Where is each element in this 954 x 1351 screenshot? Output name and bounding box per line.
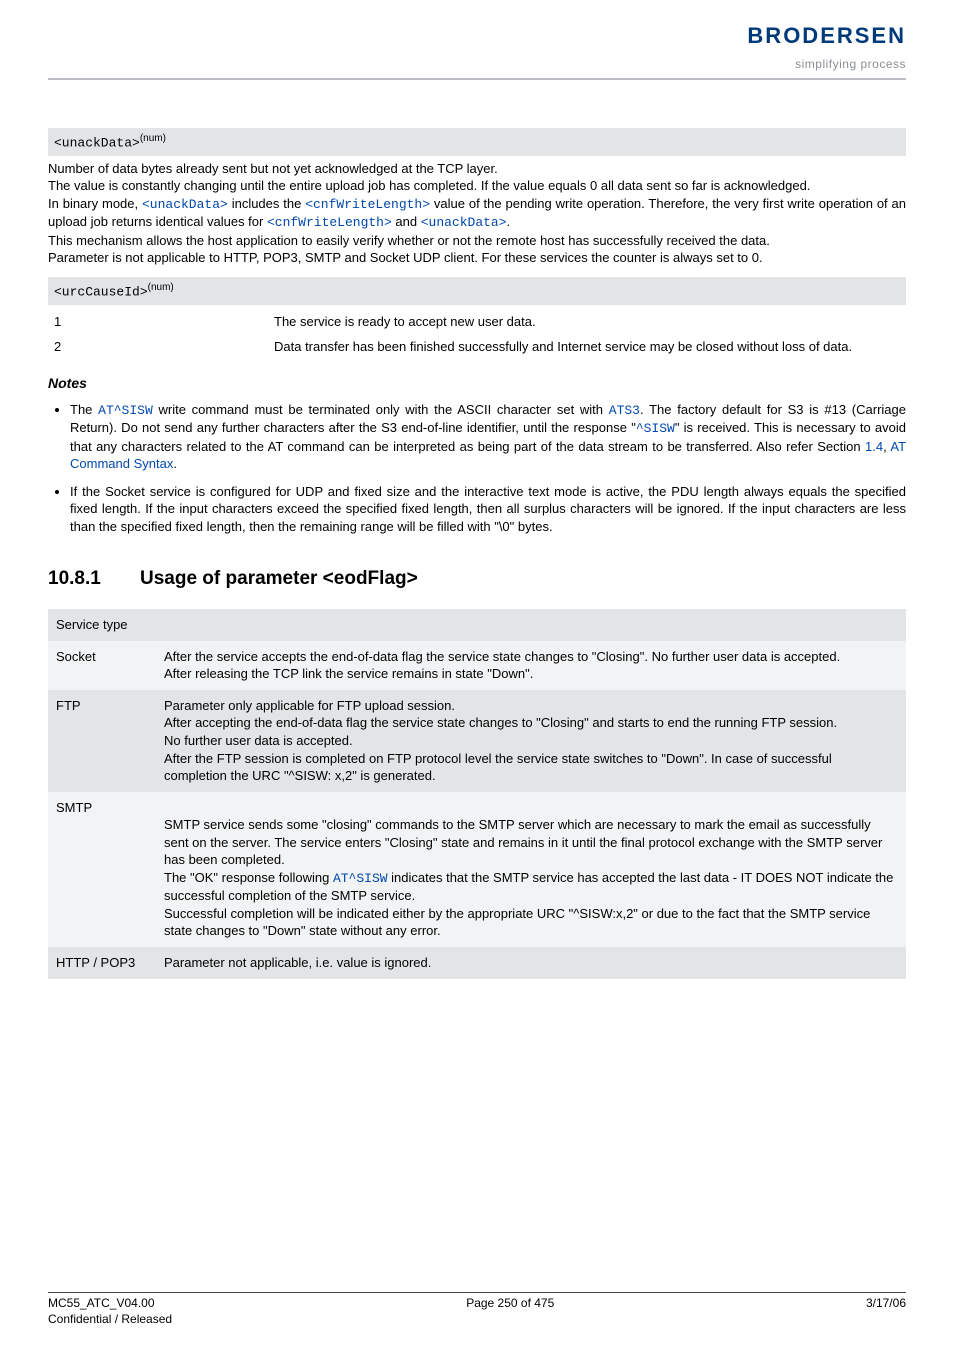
brand-tagline: simplifying process — [706, 56, 906, 72]
code-token: <cnfWriteLength> — [305, 197, 430, 212]
table-row: FTP Parameter only applicable for FTP up… — [48, 690, 906, 792]
code-token: AT^SISW — [333, 871, 388, 886]
table-header-cell — [156, 609, 906, 641]
table-row: 1 The service is ready to accept new use… — [48, 309, 906, 335]
param-unackdata-header: <unackData>(num) — [48, 128, 906, 156]
list-item: The AT^SISW write command must be termin… — [70, 401, 906, 473]
cell-name: FTP — [48, 690, 156, 792]
cell-desc: After the service accepts the end-of-dat… — [156, 641, 906, 690]
param-token: <urcCauseId> — [54, 284, 148, 299]
param-sup: (num) — [148, 282, 174, 293]
text: Number of data bytes already sent but no… — [48, 160, 906, 178]
code-token: <unackData> — [142, 197, 228, 212]
unackdata-body: Number of data bytes already sent but no… — [48, 160, 906, 267]
table-row: HTTP / POP3 Parameter not applicable, i.… — [48, 947, 906, 979]
footer-left: MC55_ATC_V04.00 — [48, 1295, 155, 1311]
header-divider — [48, 78, 906, 80]
text: The value is constantly changing until t… — [48, 177, 906, 195]
footer-center: Page 250 of 475 — [466, 1295, 554, 1311]
cell-key: 1 — [48, 309, 268, 335]
code-token: ATS3 — [609, 403, 640, 418]
notes-heading: Notes — [48, 374, 906, 393]
cell-name: SMTP — [48, 792, 156, 947]
urccauseid-table: 1 The service is ready to accept new use… — [48, 309, 906, 360]
footer-confidential: Confidential / Released — [48, 1311, 172, 1327]
brand-wordmark: BRODERSEN — [706, 24, 906, 48]
cell-key: 2 — [48, 334, 268, 360]
text: This mechanism allows the host applicati… — [48, 232, 906, 250]
cell-val: Data transfer has been finished successf… — [268, 334, 906, 360]
footer-right: 3/17/06 — [866, 1295, 906, 1311]
code-token: <unackData> — [421, 215, 507, 230]
section-title: Usage of parameter <eodFlag> — [140, 568, 418, 589]
list-item: If the Socket service is configured for … — [70, 483, 906, 536]
cell-name: HTTP / POP3 — [48, 947, 156, 979]
notes-list: The AT^SISW write command must be termin… — [48, 401, 906, 536]
table-row: 2 Data transfer has been finished succes… — [48, 334, 906, 360]
table-row: Socket After the service accepts the end… — [48, 641, 906, 690]
cell-desc: Parameter not applicable, i.e. value is … — [156, 947, 906, 979]
code-token: AT^SISW — [98, 403, 153, 418]
table-row: SMTP SMTP service sends some "closing" c… — [48, 792, 906, 947]
cell-desc: Parameter only applicable for FTP upload… — [156, 690, 906, 792]
brand-logo: BRODERSEN simplifying process — [706, 24, 906, 72]
xref-number[interactable]: 1.4 — [865, 439, 883, 454]
text: Parameter is not applicable to HTTP, POP… — [48, 249, 906, 267]
table-row: Service type — [48, 609, 906, 641]
footer-divider — [48, 1292, 906, 1293]
section-number: 10.8.1 — [48, 566, 140, 592]
cell-name: Socket — [48, 641, 156, 690]
page-footer: MC55_ATC_V04.00 Page 250 of 475 3/17/06 … — [48, 1292, 906, 1327]
param-urccauseid-header: <urcCauseId>(num) — [48, 277, 906, 305]
code-token: ^SISW — [636, 421, 675, 436]
service-type-table: Service type Socket After the service ac… — [48, 609, 906, 978]
text: In binary mode, <unackData> includes the… — [48, 195, 906, 232]
section-heading: 10.8.1Usage of parameter <eodFlag> — [48, 566, 906, 592]
cell-val: The service is ready to accept new user … — [268, 309, 906, 335]
svg-text:BRODERSEN: BRODERSEN — [747, 24, 906, 48]
param-sup: (num) — [140, 133, 166, 144]
page-header: BRODERSEN simplifying process — [48, 0, 906, 78]
code-token: <cnfWriteLength> — [267, 215, 392, 230]
cell-desc: SMTP service sends some "closing" comman… — [156, 792, 906, 947]
table-header-cell: Service type — [48, 609, 156, 641]
param-token: <unackData> — [54, 135, 140, 150]
